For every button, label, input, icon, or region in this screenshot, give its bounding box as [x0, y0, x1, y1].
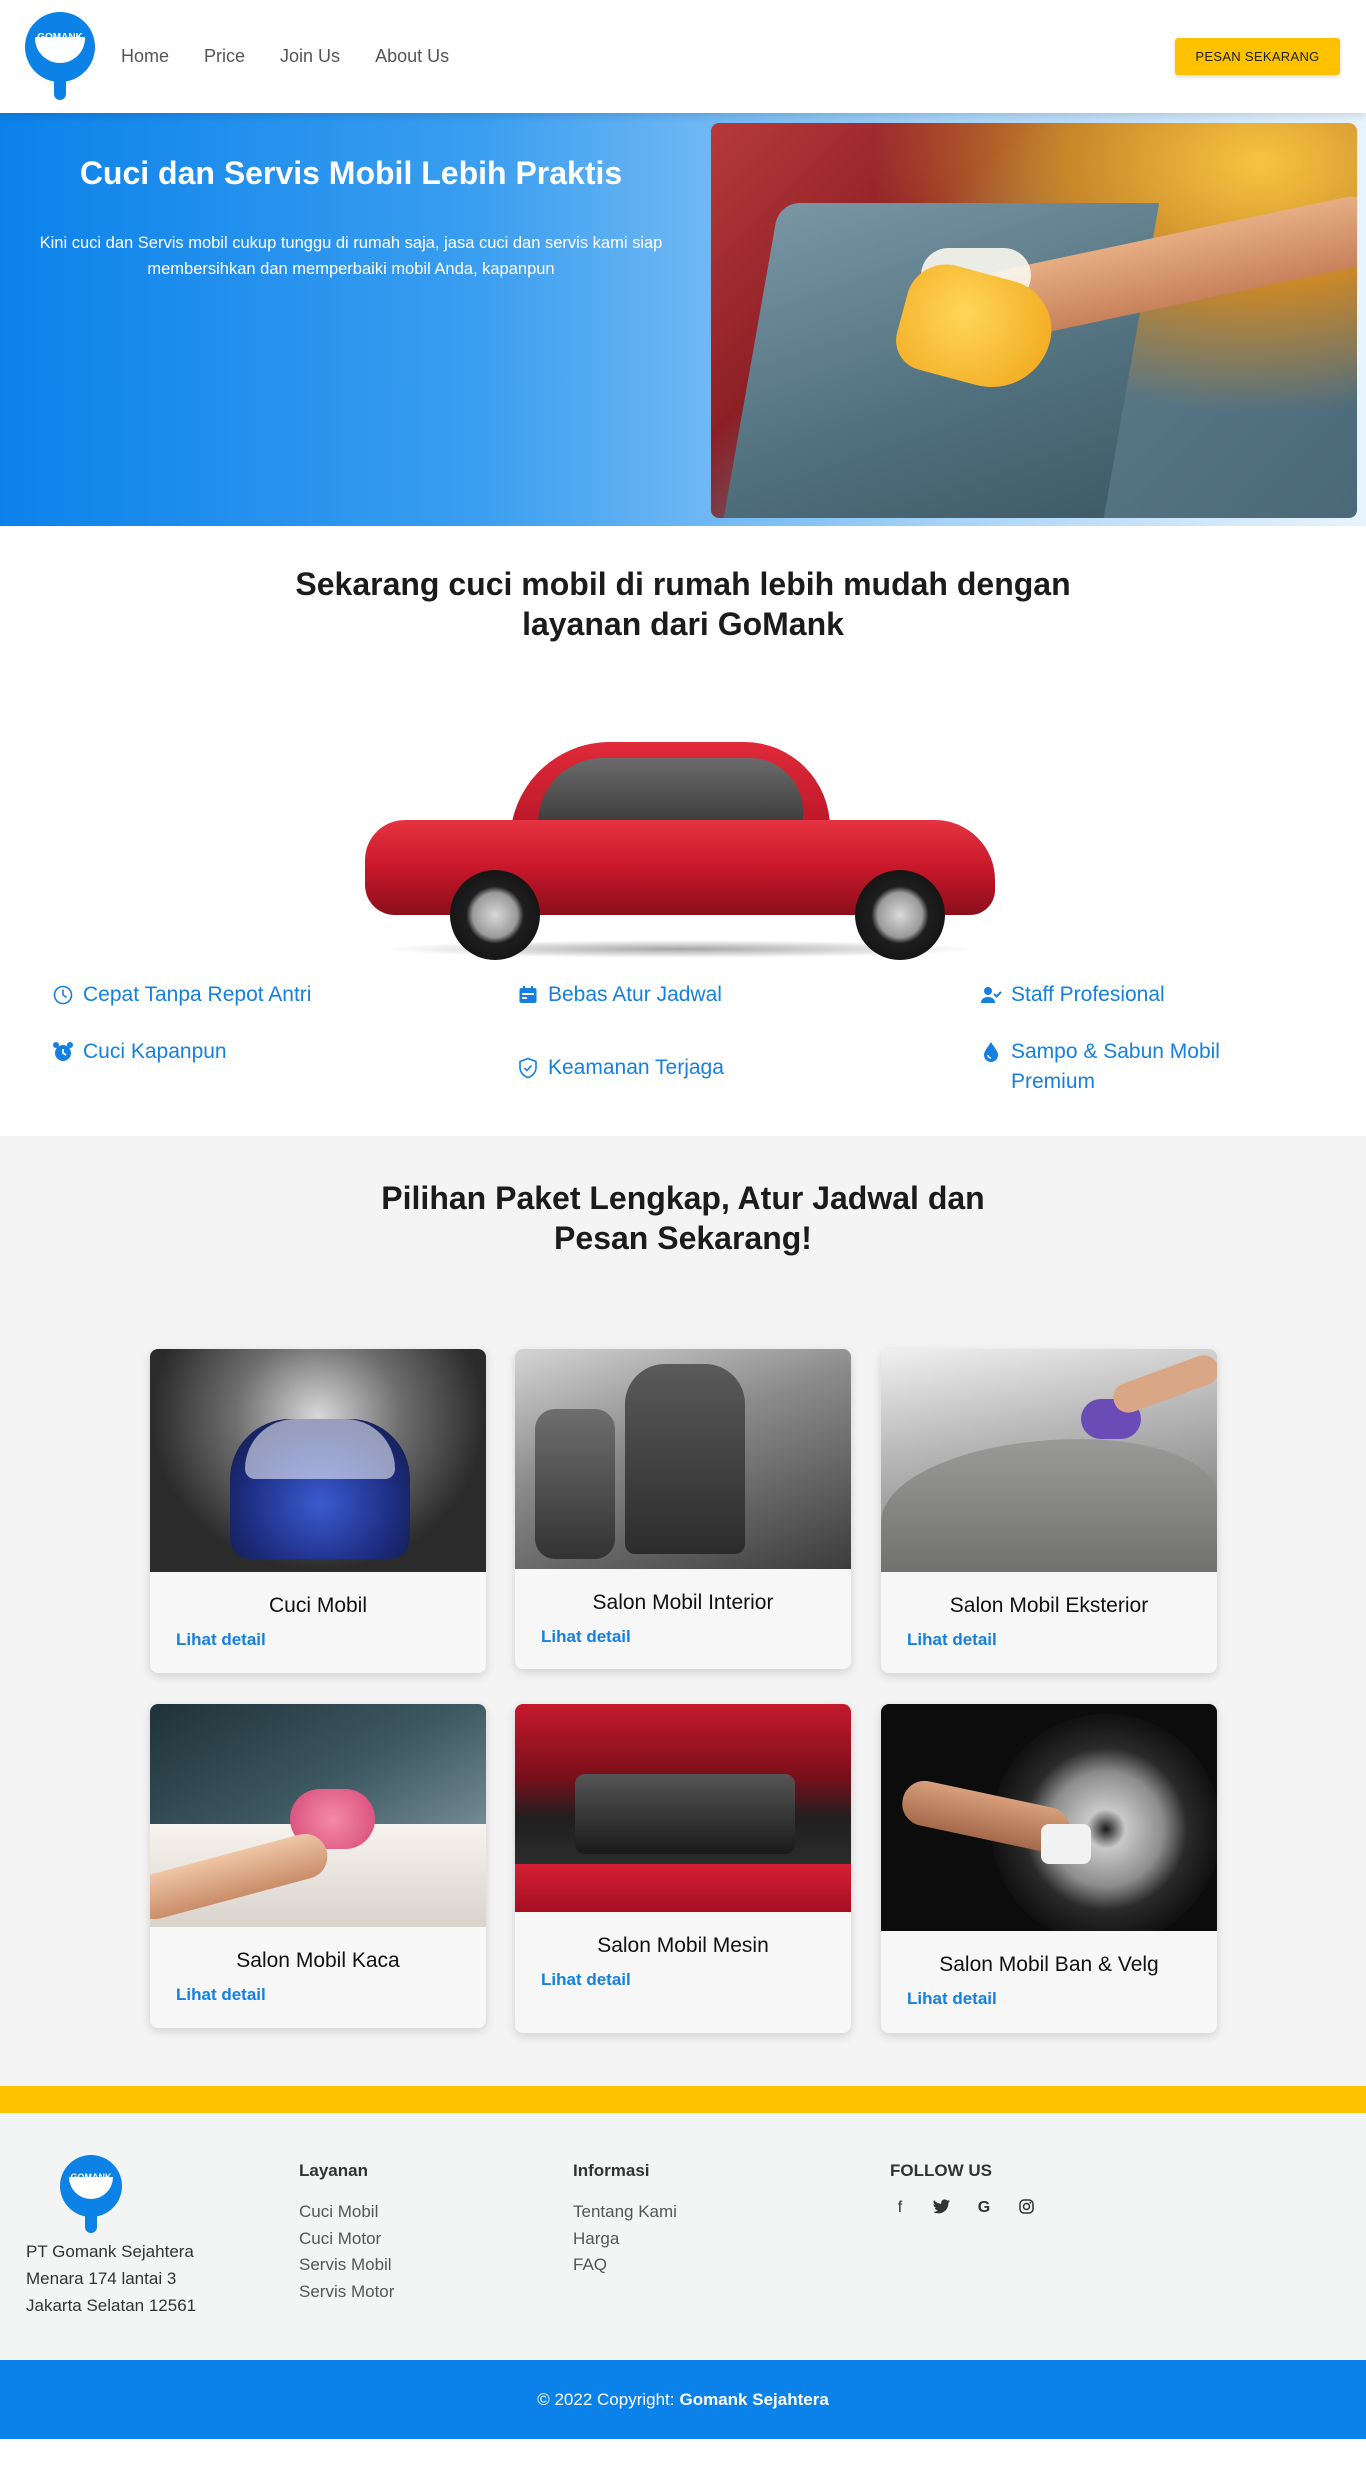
card-detail-link[interactable]: Lihat detail [541, 1627, 851, 1647]
footer-link[interactable]: Cuci Mobil [299, 2199, 394, 2226]
feature-label: Cuci Kapanpun [83, 1040, 227, 1063]
car-side-window [538, 758, 803, 823]
packages-title: Pilihan Paket Lengkap, Atur Jadwal dan P… [381, 1180, 985, 1256]
package-card[interactable]: Cuci Mobil Lihat detail [150, 1349, 486, 1673]
package-card[interactable]: Salon Mobil Interior Lihat detail [515, 1349, 851, 1669]
brand-logo[interactable]: GOMANK [25, 12, 95, 102]
logo-text: GOMANK [37, 32, 83, 43]
copyright-bar: © 2022 Copyright: Gomank Sejahtera [0, 2360, 1366, 2439]
footer-link[interactable]: Tentang Kami [573, 2199, 677, 2226]
copyright-text: © 2022 Copyright: [537, 2389, 675, 2409]
package-card[interactable]: Salon Mobil Ban & Velg Lihat detail [881, 1704, 1217, 2033]
card-detail-link[interactable]: Lihat detail [907, 1989, 1217, 2009]
nav-link-price[interactable]: Price [204, 46, 245, 67]
footer-follow-column: FOLLOW US f G [890, 2161, 1036, 2219]
nav-link-home[interactable]: Home [121, 46, 169, 67]
car-wash-tunnel-image [150, 1349, 486, 1572]
address-line: Menara 174 lantai 3 [26, 2269, 177, 2288]
alarm-clock-icon [52, 1041, 74, 1063]
features-list: Cepat Tanpa Repot Antri Bebas Atur Jadwa… [0, 980, 1366, 1100]
feature-label: Staff Profesional [1011, 983, 1165, 1006]
clock-icon [52, 984, 74, 1006]
package-card[interactable]: Salon Mobil Kaca Lihat detail [150, 1704, 486, 2028]
copyright-company[interactable]: Gomank Sejahtera [680, 2390, 829, 2410]
footer-link[interactable]: Servis Mobil [299, 2252, 394, 2279]
footer-logo[interactable]: GOMANK [60, 2155, 122, 2235]
feature-label: Sampo & Sabun Mobil Premium [1011, 1040, 1220, 1093]
calendar-icon [517, 984, 539, 1006]
car-rear-wheel [855, 870, 945, 960]
company-address: PT Gomank Sejahtera Menara 174 lantai 3 … [26, 2238, 196, 2319]
car-polish-image [881, 1349, 1217, 1572]
order-now-button[interactable]: PESAN SEKARANG [1175, 38, 1340, 75]
engine-bay-image [515, 1704, 851, 1912]
address-line: Jakarta Selatan 12561 [26, 2296, 197, 2315]
shield-check-icon [517, 1057, 539, 1079]
logo-text: GOMANK [70, 2172, 112, 2182]
package-card[interactable]: Salon Mobil Eksterior Lihat detail [881, 1349, 1217, 1673]
nav-links: Home Price Join Us About Us [121, 46, 484, 67]
card-detail-link[interactable]: Lihat detail [907, 1630, 1217, 1650]
footer-column-title: Layanan [299, 2161, 368, 2180]
nav-link-join-us[interactable]: Join Us [280, 46, 340, 67]
footer-link[interactable]: Servis Motor [299, 2279, 394, 2306]
twitter-icon[interactable] [932, 2199, 952, 2219]
feature-label: Cepat Tanpa Repot Antri [83, 983, 312, 1006]
footer-column-title: Informasi [573, 2161, 650, 2180]
user-check-icon [980, 984, 1002, 1006]
footer-info-column: Informasi Tentang Kami Harga FAQ [573, 2161, 677, 2279]
feature-label: Keamanan Terjaga [548, 1056, 724, 1079]
feature-label: Bebas Atur Jadwal [548, 983, 722, 1006]
footer-link[interactable]: Harga [573, 2226, 677, 2253]
instagram-icon[interactable] [1016, 2199, 1036, 2219]
card-title: Salon Mobil Interior [592, 1591, 774, 1614]
feature-item: Bebas Atur Jadwal [517, 980, 897, 1010]
footer-link[interactable]: FAQ [573, 2252, 677, 2279]
card-detail-link[interactable]: Lihat detail [541, 1970, 851, 1990]
nav-link-about-us[interactable]: About Us [375, 46, 449, 67]
hero-image-car-washing [711, 123, 1357, 518]
intro-title: Sekarang cuci mobil di rumah lebih mudah… [295, 566, 1071, 642]
red-car-image [360, 730, 1000, 960]
navbar: GOMANK Home Price Join Us About Us PESAN… [0, 0, 1366, 113]
hero-text: Kini cuci dan Servis mobil cukup tunggu … [39, 234, 663, 278]
card-title: Salon Mobil Ban & Velg [939, 1953, 1159, 1976]
droplet-icon [980, 1041, 1002, 1063]
packages-section: Pilihan Paket Lengkap, Atur Jadwal dan P… [0, 1136, 1366, 2086]
social-icons: f G [890, 2199, 1036, 2219]
feature-item: Keamanan Terjaga [517, 1053, 897, 1083]
address-line: PT Gomank Sejahtera [26, 2242, 194, 2261]
card-title: Salon Mobil Eksterior [949, 1594, 1149, 1617]
card-title: Salon Mobil Mesin [597, 1934, 769, 1957]
feature-item: Cepat Tanpa Repot Antri [52, 980, 432, 1010]
car-interior-image [515, 1349, 851, 1569]
footer: GOMANK PT Gomank Sejahtera Menara 174 la… [0, 2113, 1366, 2360]
car-front-wheel [450, 870, 540, 960]
wheel-cleaning-image [881, 1704, 1217, 1931]
glass-cleaning-image [150, 1704, 486, 1927]
facebook-icon[interactable]: f [890, 2199, 910, 2219]
google-icon[interactable]: G [974, 2199, 994, 2219]
card-title: Cuci Mobil [268, 1594, 368, 1617]
footer-accent-bar [0, 2086, 1366, 2113]
feature-item: Cuci Kapanpun [52, 1037, 432, 1067]
card-title: Salon Mobil Kaca [236, 1949, 400, 1972]
card-detail-link[interactable]: Lihat detail [176, 1985, 486, 2005]
feature-item: Sampo & Sabun Mobil Premium [980, 1037, 1250, 1097]
footer-services-column: Layanan Cuci Mobil Cuci Motor Servis Mob… [299, 2161, 394, 2305]
hero-section: Cuci dan Servis Mobil Lebih Praktis Kini… [0, 113, 1366, 526]
hero-title: Cuci dan Servis Mobil Lebih Praktis [79, 155, 623, 191]
card-detail-link[interactable]: Lihat detail [176, 1630, 486, 1650]
package-card[interactable]: Salon Mobil Mesin Lihat detail [515, 1704, 851, 2033]
footer-column-title: FOLLOW US [890, 2161, 992, 2180]
footer-link[interactable]: Cuci Motor [299, 2226, 394, 2253]
feature-item: Staff Profesional [980, 980, 1310, 1010]
